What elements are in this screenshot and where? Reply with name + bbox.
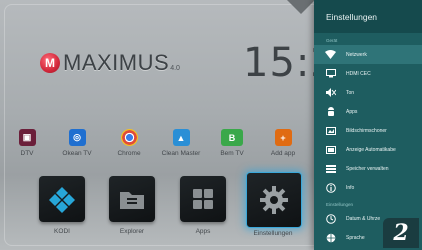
settings-item-label: Info [346, 184, 355, 191]
settings-item-label: Ton [346, 89, 355, 96]
okean-tv-icon: ◎ [68, 129, 86, 146]
tile-label: Einstellungen [253, 230, 293, 237]
maximus-logo: M MAXIMUS 4.0 [40, 50, 180, 76]
settings-panel-title: Einstellungen [314, 0, 422, 33]
app-okean-tv[interactable]: ◎ Okean TV [51, 129, 103, 157]
app-bem-tv[interactable]: B Bem TV [206, 129, 258, 157]
settings-item-label: Speicher verwalten [346, 165, 389, 172]
add-app-icon: + [274, 129, 292, 146]
tile-label: Explorer [119, 228, 145, 235]
settings-item-label: Bildschirmschoner [346, 127, 387, 134]
settings-item-label: HDMI CEC [346, 70, 371, 77]
tile-kodi[interactable]: KODI [39, 176, 85, 235]
maximus-logo-icon: M [40, 53, 60, 73]
tile-label: Apps [195, 228, 211, 235]
step-number: 2 [393, 220, 409, 246]
chrome-icon [120, 129, 138, 146]
section-settings-title: Einstellungen [326, 202, 354, 207]
step-number-badge: 2 [383, 218, 419, 248]
section-device-title: Gerät [326, 38, 338, 43]
clock-icon [325, 213, 336, 224]
display-icon [325, 144, 336, 155]
bem-tv-icon: B [221, 129, 243, 146]
app-dtv[interactable]: ▣ DTV [1, 129, 53, 157]
app-label: Add app [270, 150, 296, 157]
settings-item-label: Anzeige Automatikabe [346, 146, 396, 153]
tile-einstellungen[interactable]: Einstellungen [246, 172, 302, 237]
tile-apps[interactable]: Apps [180, 176, 226, 235]
wifi-icon [325, 49, 336, 60]
app-label: Chrome [117, 150, 141, 157]
settings-item-info[interactable]: Info [314, 178, 422, 197]
sound-off-icon [325, 87, 336, 98]
apps-grid-icon [180, 176, 226, 222]
settings-item-label: Apps [346, 108, 358, 115]
focus-indicator-triangle [287, 0, 315, 14]
settings-item-ton[interactable]: Ton [314, 83, 422, 102]
gear-icon [246, 172, 302, 228]
info-icon [325, 182, 336, 193]
hdmi-icon [325, 68, 336, 79]
tile-explorer[interactable]: Explorer [109, 176, 155, 235]
app-clean-master[interactable]: ▲ Clean Master [155, 129, 207, 157]
kodi-icon [39, 176, 85, 222]
app-add-app[interactable]: + Add app [257, 129, 309, 157]
app-label: DTV [20, 150, 34, 157]
brand-version: 4.0 [170, 64, 180, 72]
settings-item-network[interactable]: Netzwerk [314, 45, 422, 64]
app-chrome[interactable]: Chrome [103, 129, 155, 157]
globe-icon [325, 232, 336, 243]
tile-label: KODI [54, 228, 70, 235]
main-tiles-row: KODI Explorer Apps Einstellungen [0, 172, 314, 246]
screensaver-icon [325, 125, 336, 136]
settings-item-label: Netzwerk [346, 51, 367, 58]
storage-icon [325, 163, 336, 174]
tv-icon: ▣ [18, 129, 36, 146]
broom-icon: ▲ [172, 129, 190, 146]
app-label: Okean TV [62, 150, 92, 157]
settings-item-label: Datum & Uhrze [346, 215, 381, 222]
settings-item-label: Sprache [346, 234, 365, 241]
app-label: Bem TV [220, 150, 244, 157]
brand-name: MAXIMUS [63, 50, 170, 75]
settings-item-bildschirmschoner[interactable]: Bildschirmschoner [314, 121, 422, 140]
folder-icon [109, 176, 155, 222]
app-shortcut-row: ▣ DTV ◎ Okean TV Chrome ▲ Clean Master B… [0, 129, 314, 169]
settings-item-anzeige[interactable]: Anzeige Automatikabe [314, 140, 422, 159]
android-icon [325, 106, 336, 117]
app-label: Clean Master [161, 150, 201, 157]
settings-item-speicher[interactable]: Speicher verwalten [314, 159, 422, 178]
settings-panel: Einstellungen Gerät Netzwerk HDMI CEC To… [314, 0, 422, 250]
settings-item-apps[interactable]: Apps [314, 102, 422, 121]
settings-item-hdmi-cec[interactable]: HDMI CEC [314, 64, 422, 83]
